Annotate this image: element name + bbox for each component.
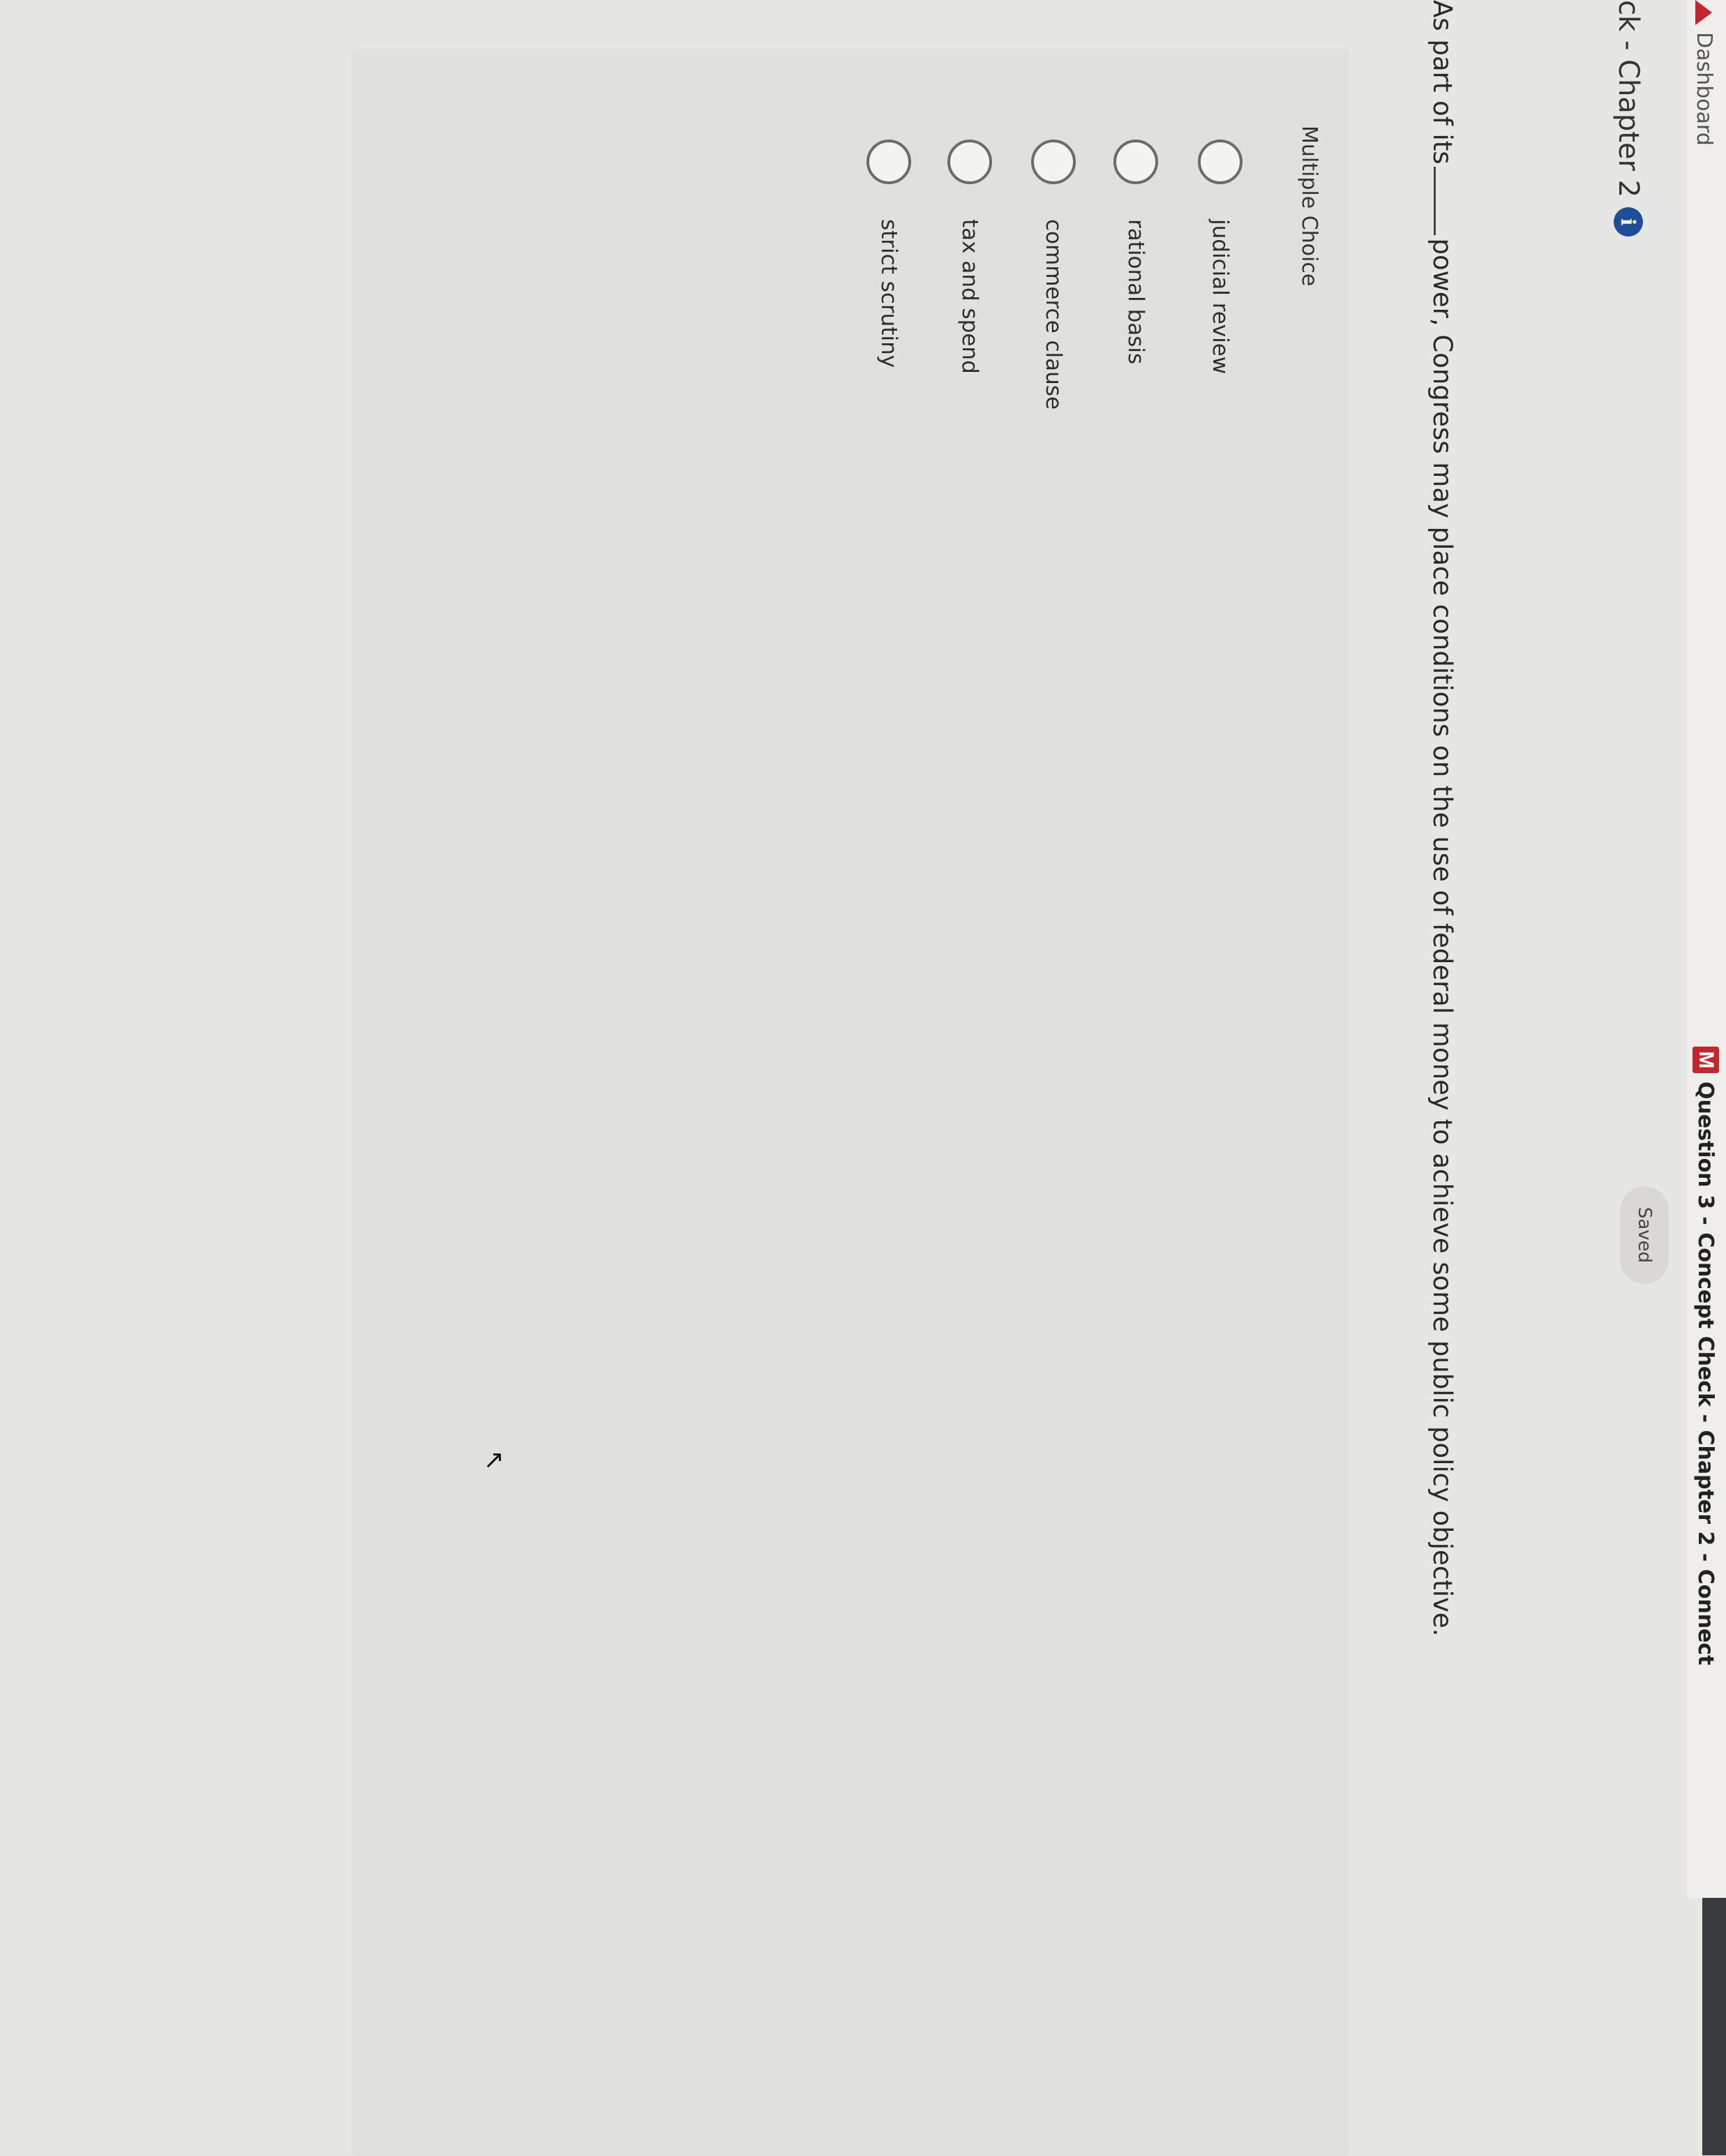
radio-button[interactable] xyxy=(1031,140,1076,184)
assignment-header: ck - Chapter 2 i Saved xyxy=(1585,0,1683,1898)
answer-option[interactable]: strict scrutiny xyxy=(840,140,938,368)
answer-option-label: rational basis xyxy=(1123,219,1148,365)
connect-logo-icon: M xyxy=(1693,1047,1719,1073)
answer-option-label: commerce clause xyxy=(1041,219,1066,410)
answer-card: Multiple Choice judicial review rational… xyxy=(352,49,1349,2156)
browser-tab-bar: Dashboard M Question 3 - Concept Check -… xyxy=(1687,0,1726,1898)
browser-tab[interactable]: M Question 3 - Concept Check - Chapter 2… xyxy=(1693,1047,1719,1665)
page: Dashboard M Question 3 - Concept Check -… xyxy=(0,0,1726,2156)
question-text-after: power, Congress may place conditions on … xyxy=(1427,238,1457,1637)
answer-option-label: strict scrutiny xyxy=(876,219,901,368)
saved-status-badge: Saved xyxy=(1620,1186,1669,1284)
assignment-title-text: ck - Chapter 2 xyxy=(1612,0,1644,198)
info-icon[interactable]: i xyxy=(1614,207,1643,237)
answer-option[interactable]: judicial review xyxy=(1171,140,1269,375)
dashboard-logo-icon xyxy=(1696,0,1713,25)
radio-button[interactable] xyxy=(1198,140,1243,184)
question-type-label: Multiple Choice xyxy=(1297,126,1321,287)
mouse-pointer-icon: ↖ xyxy=(480,1450,509,1472)
tab-title: Question 3 - Concept Check - Chapter 2 -… xyxy=(1693,1081,1718,1665)
answer-option-label: judicial review xyxy=(1208,219,1233,375)
question-prompt: As part of its power, Congress may place … xyxy=(1427,0,1457,1636)
dashboard-label: Dashboard xyxy=(1692,32,1716,146)
radio-button[interactable] xyxy=(866,140,911,184)
radio-button[interactable] xyxy=(1113,140,1158,184)
dashboard-bookmark[interactable]: Dashboard xyxy=(1692,0,1716,146)
radio-button[interactable] xyxy=(947,140,992,184)
answer-option-label: tax and spend xyxy=(957,219,982,374)
question-text-before: As part of its xyxy=(1427,0,1457,165)
question-blank xyxy=(1434,167,1436,236)
assignment-title: ck - Chapter 2 i xyxy=(1612,0,1644,237)
answer-option[interactable]: commerce clause xyxy=(1005,140,1102,410)
